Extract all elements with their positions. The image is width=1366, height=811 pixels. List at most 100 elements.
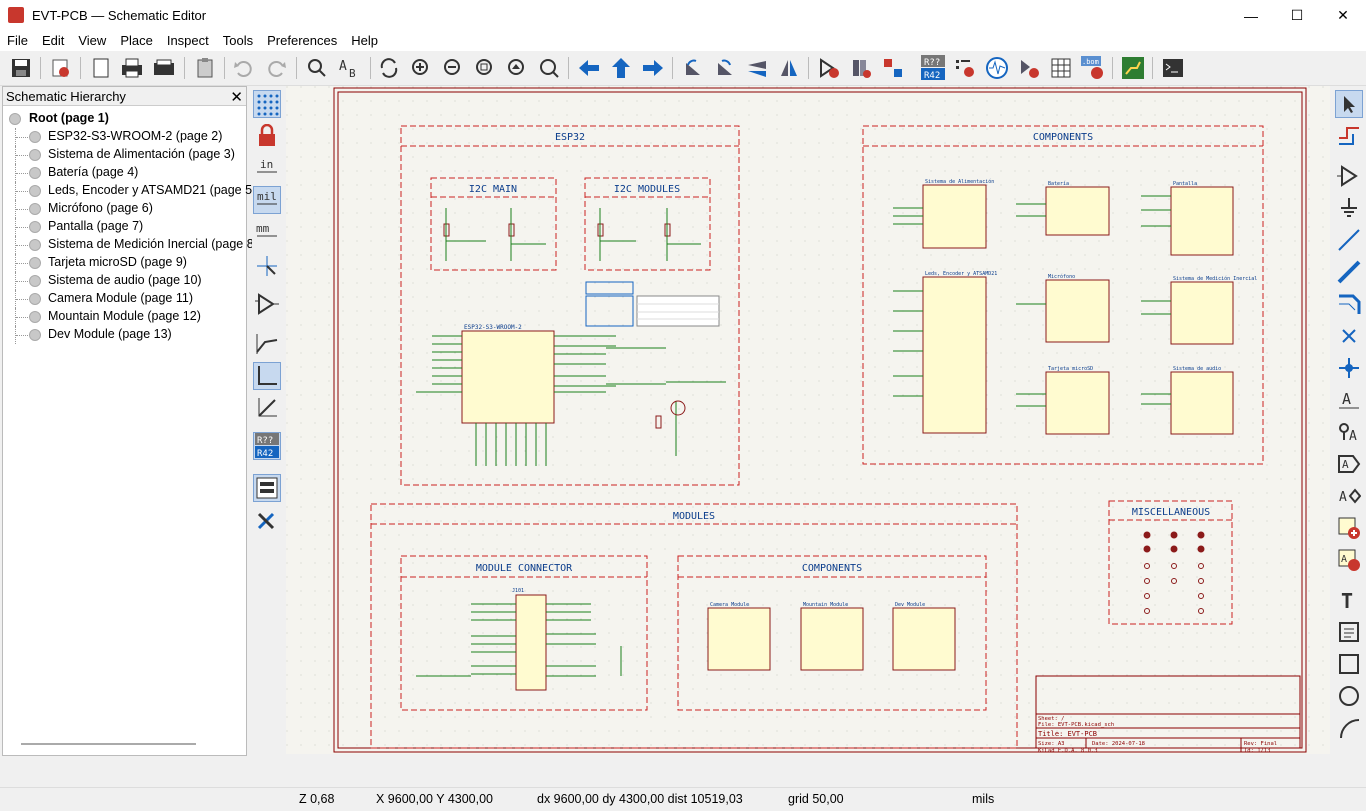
- annotation-toggle-icon[interactable]: R?? R42: [253, 432, 281, 460]
- annotate-icon[interactable]: R?? R42: [920, 55, 946, 81]
- lock-grid-icon[interactable]: [253, 122, 281, 150]
- zoom-objects-icon[interactable]: [504, 55, 530, 81]
- navigate-up-icon[interactable]: [608, 55, 634, 81]
- scripting-console-icon[interactable]: [1160, 55, 1186, 81]
- add-rectangle-icon[interactable]: [1335, 650, 1363, 678]
- no-connect-icon[interactable]: [1335, 322, 1363, 350]
- wire-free-angle-icon[interactable]: [253, 394, 281, 422]
- svg-text:T: T: [1341, 589, 1353, 612]
- minimize-button[interactable]: —: [1228, 0, 1274, 31]
- units-inch-button[interactable]: in: [253, 154, 281, 182]
- menu-view[interactable]: View: [71, 31, 113, 51]
- simulator-icon[interactable]: [984, 55, 1010, 81]
- add-textbox-icon[interactable]: [1335, 618, 1363, 646]
- mirror-vertical-icon[interactable]: [744, 55, 770, 81]
- select-tool-icon[interactable]: [1335, 90, 1363, 118]
- zoom-out-icon[interactable]: [440, 55, 466, 81]
- misc-label: MISCELLANEOUS: [1132, 507, 1210, 518]
- open-pcb-editor-icon[interactable]: [1120, 55, 1146, 81]
- rotate-ccw-icon[interactable]: [680, 55, 706, 81]
- zoom-selection-icon[interactable]: [536, 55, 562, 81]
- panel-close-button[interactable]: ✕: [230, 88, 243, 106]
- schematic-setup-icon[interactable]: [48, 55, 74, 81]
- module-connector-label: MODULE CONNECTOR: [476, 563, 573, 574]
- menu-file[interactable]: File: [0, 31, 35, 51]
- properties-tools-icon[interactable]: [253, 506, 281, 534]
- svg-text:mil: mil: [257, 190, 277, 203]
- print-icon[interactable]: [119, 55, 145, 81]
- schematic-canvas[interactable]: ESP32 I2C MAIN I2C MODULES ESP32-S3-WROO…: [286, 86, 1330, 754]
- sheet-icon: [29, 149, 41, 161]
- symbol-library-browser-icon[interactable]: [848, 55, 874, 81]
- find-icon[interactable]: [304, 55, 330, 81]
- symbol-fields-table-icon[interactable]: [1048, 55, 1074, 81]
- symbol-checker-icon[interactable]: [816, 55, 842, 81]
- svg-text:KiCad E.D.A. 8.0.3: KiCad E.D.A. 8.0.3: [1038, 748, 1098, 754]
- save-icon[interactable]: [8, 55, 34, 81]
- add-net-class-icon[interactable]: A: [1335, 418, 1363, 446]
- add-hierarchical-label-icon[interactable]: A: [1335, 482, 1363, 510]
- close-button[interactable]: ✕: [1320, 0, 1366, 31]
- paste-icon[interactable]: [192, 55, 218, 81]
- svg-text:Sistema de Medición Inercial: Sistema de Medición Inercial: [1173, 275, 1257, 282]
- add-circle-icon[interactable]: [1335, 682, 1363, 710]
- cursor-crosshair-icon[interactable]: [253, 252, 281, 280]
- generate-bom-icon[interactable]: .bom: [1080, 55, 1106, 81]
- add-arc-icon[interactable]: [1335, 714, 1363, 742]
- menu-preferences[interactable]: Preferences: [260, 31, 344, 51]
- menu-help[interactable]: Help: [344, 31, 385, 51]
- navigate-back-icon[interactable]: [576, 55, 602, 81]
- highlight-net-icon[interactable]: [1335, 122, 1363, 150]
- svg-text:R42: R42: [257, 449, 273, 459]
- mirror-horizontal-icon[interactable]: [776, 55, 802, 81]
- left-toolbar: in mil mm R?? R42: [252, 86, 283, 756]
- show-hidden-pins-icon[interactable]: [253, 290, 281, 318]
- plot-icon[interactable]: [151, 55, 177, 81]
- menu-inspect[interactable]: Inspect: [160, 31, 216, 51]
- zoom-fit-icon[interactable]: [472, 55, 498, 81]
- add-global-label-icon[interactable]: A: [1335, 450, 1363, 478]
- sheet-icon: [29, 293, 41, 305]
- menu-place[interactable]: Place: [113, 31, 160, 51]
- wire-45-icon[interactable]: [253, 330, 281, 358]
- units-mil-button[interactable]: mil: [253, 186, 281, 214]
- add-symbol-icon[interactable]: [1335, 162, 1363, 190]
- add-text-icon[interactable]: T: [1335, 586, 1363, 614]
- import-sheet-pin-icon[interactable]: A: [1335, 546, 1363, 574]
- find-replace-icon[interactable]: AB: [336, 55, 362, 81]
- sheet-icon: [29, 131, 41, 143]
- add-label-icon[interactable]: A: [1335, 386, 1363, 414]
- svg-text:A: A: [339, 59, 347, 74]
- add-power-icon[interactable]: [1335, 194, 1363, 222]
- add-bus-icon[interactable]: [1335, 258, 1363, 286]
- erc-icon[interactable]: [952, 55, 978, 81]
- undo-icon[interactable]: [230, 55, 256, 81]
- horizontal-scrollbar[interactable]: [21, 743, 196, 745]
- refresh-icon[interactable]: [376, 55, 402, 81]
- menu-tools[interactable]: Tools: [216, 31, 260, 51]
- sheet-icon: [29, 221, 41, 233]
- grid-toggle-icon[interactable]: [253, 90, 281, 118]
- wire-90-icon[interactable]: [253, 362, 281, 390]
- tree-item-label: Pantalla (page 7): [48, 219, 144, 233]
- maximize-button[interactable]: ☐: [1274, 0, 1320, 31]
- svg-text:Tarjeta microSD: Tarjeta microSD: [1048, 366, 1093, 372]
- add-bus-entry-icon[interactable]: [1335, 290, 1363, 318]
- units-mm-button[interactable]: mm: [253, 218, 281, 246]
- navigate-forward-icon[interactable]: [640, 55, 666, 81]
- menu-edit[interactable]: Edit: [35, 31, 71, 51]
- redo-icon[interactable]: [264, 55, 290, 81]
- tree-item-label: Sistema de Medición Inercial (page 8): [48, 237, 258, 251]
- netlist-export-icon[interactable]: [1016, 55, 1042, 81]
- svg-text:Camera Module: Camera Module: [710, 602, 749, 608]
- footprint-assign-icon[interactable]: [880, 55, 906, 81]
- add-sheet-icon[interactable]: [1335, 514, 1363, 542]
- rotate-cw-icon[interactable]: [712, 55, 738, 81]
- page-settings-icon[interactable]: [88, 55, 114, 81]
- tree-item-label: Leds, Encoder y ATSAMD21 (page 5): [48, 183, 257, 197]
- svg-text:File: EVT-PCB.kicad_sch: File: EVT-PCB.kicad_sch: [1038, 722, 1114, 728]
- add-wire-icon[interactable]: [1335, 226, 1363, 254]
- hierarchy-panel-toggle-icon[interactable]: [253, 474, 281, 502]
- zoom-in-icon[interactable]: [408, 55, 434, 81]
- add-junction-icon[interactable]: [1335, 354, 1363, 382]
